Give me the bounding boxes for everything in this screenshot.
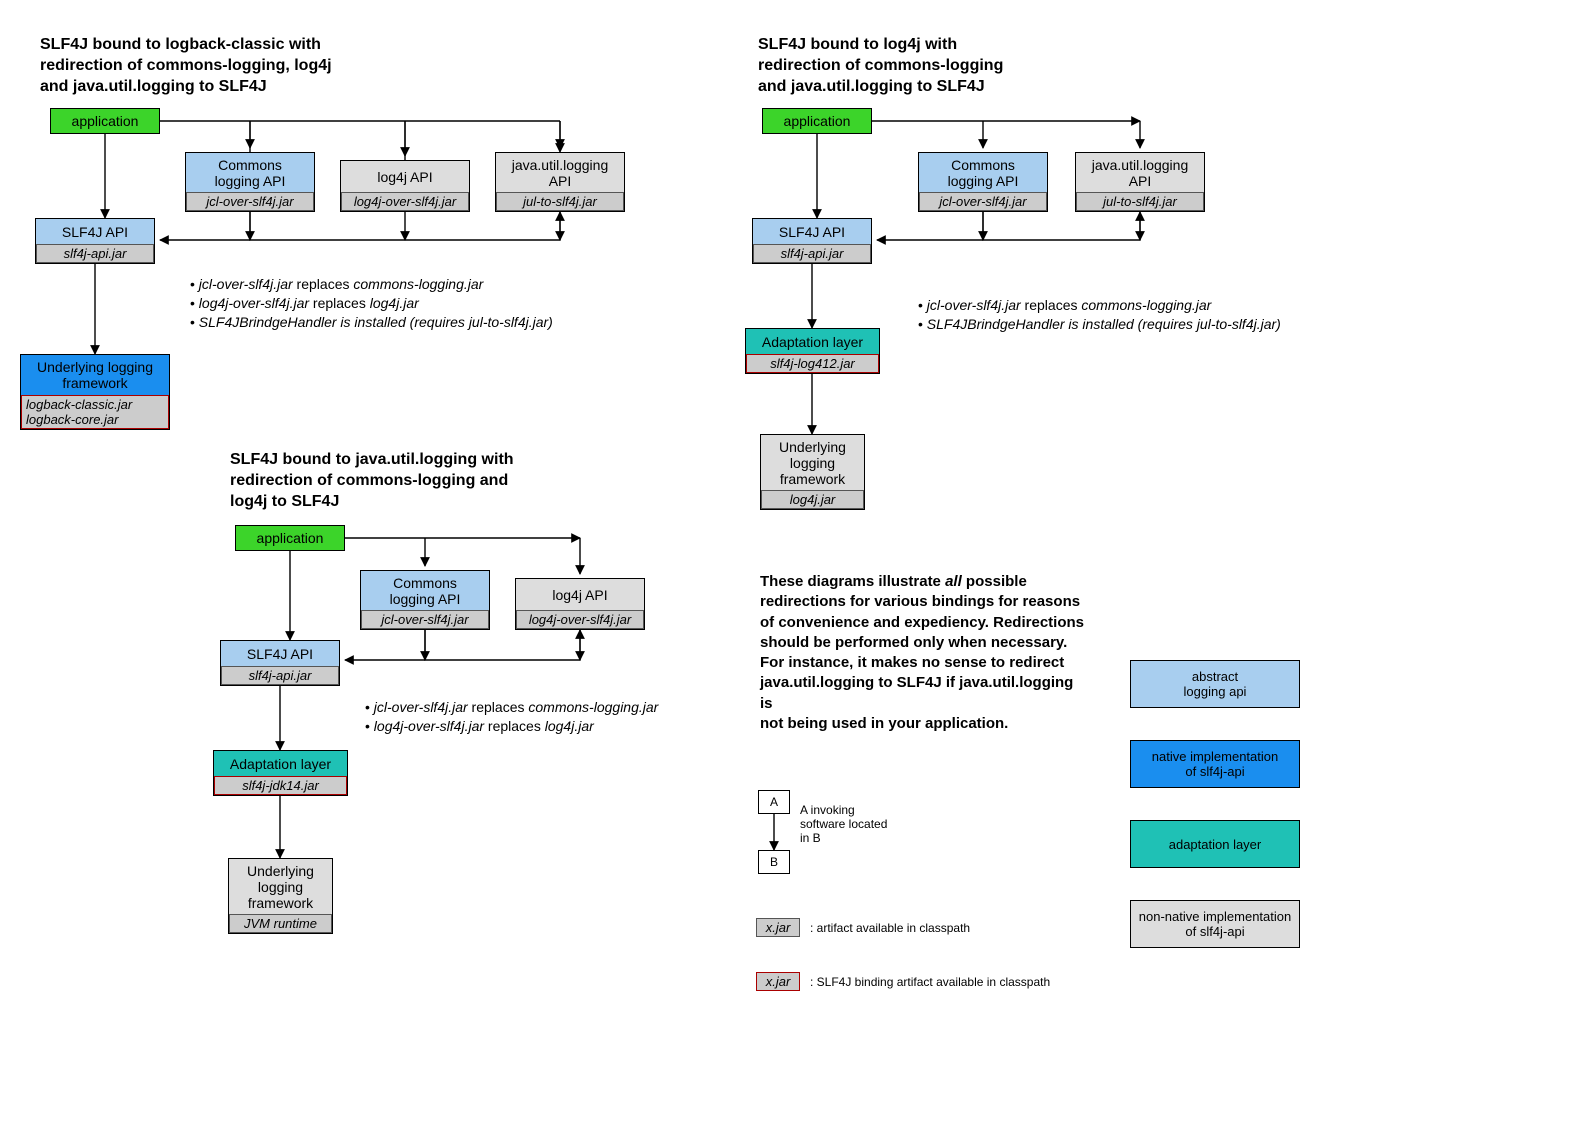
legend-xjar-text: : artifact available in classpath <box>810 921 970 935</box>
legend-nonnative: non-native implementation of slf4j-api <box>1130 900 1300 948</box>
legend-xjar2-text: : SLF4J binding artifact available in cl… <box>810 975 1050 989</box>
d3-slf4j: SLF4J API slf4j-api.jar <box>752 218 872 264</box>
d3-jul: java.util.logging API jul-to-slf4j.jar <box>1075 152 1205 212</box>
d2-adapt-label: Adaptation layer <box>214 751 347 776</box>
d2-title: SLF4J bound to java.util.logging with re… <box>230 450 514 512</box>
d3-jul-jar: jul-to-slf4j.jar <box>1076 192 1204 211</box>
d1-slf4j-label: SLF4J API <box>36 219 154 244</box>
d1-slf4j-jar: slf4j-api.jar <box>36 244 154 263</box>
d1-commons-jar: jcl-over-slf4j.jar <box>186 192 314 211</box>
d3-slf4j-label: SLF4J API <box>753 219 871 244</box>
d1-jul: java.util.logging API jul-to-slf4j.jar <box>495 152 625 212</box>
legend-native: native implementation of slf4j-api <box>1130 740 1300 788</box>
legend-a: A <box>758 790 790 814</box>
d3-slf4j-jar: slf4j-api.jar <box>753 244 871 263</box>
d1-jul-label: java.util.logging API <box>496 153 624 192</box>
d1-underlying: Underlying logging framework logback-cla… <box>20 354 170 430</box>
d3-jul-label: java.util.logging API <box>1076 153 1204 192</box>
d2-commons-jar: jcl-over-slf4j.jar <box>361 610 489 629</box>
d2-commons-label: Commons logging API <box>361 571 489 610</box>
d1-commons-label: Commons logging API <box>186 153 314 192</box>
legend-xjar: x.jar <box>756 918 800 937</box>
d2-underlying: Underlying logging framework JVM runtime <box>228 858 333 934</box>
legend-xjar2: x.jar <box>756 972 800 991</box>
d1-log4j: log4j API log4j-over-slf4j.jar <box>340 160 470 212</box>
d2-adapt: Adaptation layer slf4j-jdk14.jar <box>213 750 348 796</box>
d2-log4j-label: log4j API <box>516 579 644 610</box>
d2-underlying-label: Underlying logging framework <box>229 859 332 914</box>
legend-ab-text: A invoking software located in B <box>800 803 887 845</box>
summary: These diagrams illustrate all possible r… <box>760 572 1090 734</box>
d3-underlying-jar: log4j.jar <box>761 490 864 509</box>
d1-jul-jar: jul-to-slf4j.jar <box>496 192 624 211</box>
legend-adaptation: adaptation layer <box>1130 820 1300 868</box>
d1-notes: • jcl-over-slf4j.jar replaces commons-lo… <box>190 275 553 332</box>
d2-slf4j: SLF4J API slf4j-api.jar <box>220 640 340 686</box>
d3-underlying: Underlying logging framework log4j.jar <box>760 434 865 510</box>
d1-slf4j: SLF4J API slf4j-api.jar <box>35 218 155 264</box>
d2-log4j-jar: log4j-over-slf4j.jar <box>516 610 644 629</box>
d2-slf4j-jar: slf4j-api.jar <box>221 666 339 685</box>
d2-log4j: log4j API log4j-over-slf4j.jar <box>515 578 645 630</box>
d3-commons: Commons logging API jcl-over-slf4j.jar <box>918 152 1048 212</box>
d1-commons: Commons logging API jcl-over-slf4j.jar <box>185 152 315 212</box>
d3-application: application <box>762 108 872 134</box>
d2-application: application <box>235 525 345 551</box>
d3-notes: • jcl-over-slf4j.jar replaces commons-lo… <box>918 296 1281 334</box>
d1-title: SLF4J bound to logback-classic with redi… <box>40 35 332 97</box>
d1-underlying-label: Underlying logging framework <box>21 355 169 395</box>
d3-commons-label: Commons logging API <box>919 153 1047 192</box>
d2-underlying-jar: JVM runtime <box>229 914 332 933</box>
d3-title: SLF4J bound to log4j with redirection of… <box>758 35 1003 97</box>
legend-abstract: abstract logging api <box>1130 660 1300 708</box>
d2-commons: Commons logging API jcl-over-slf4j.jar <box>360 570 490 630</box>
d2-slf4j-label: SLF4J API <box>221 641 339 666</box>
d1-application: application <box>50 108 160 134</box>
d2-notes: • jcl-over-slf4j.jar replaces commons-lo… <box>365 698 658 736</box>
d3-underlying-label: Underlying logging framework <box>761 435 864 490</box>
d2-adapt-jar: slf4j-jdk14.jar <box>214 776 347 795</box>
d1-log4j-jar: log4j-over-slf4j.jar <box>341 192 469 211</box>
d3-adapt-label: Adaptation layer <box>746 329 879 354</box>
d3-commons-jar: jcl-over-slf4j.jar <box>919 192 1047 211</box>
d1-underlying-jar: logback-classic.jar logback-core.jar <box>21 395 169 429</box>
d3-adapt-jar: slf4j-log412.jar <box>746 354 879 373</box>
d1-log4j-label: log4j API <box>341 161 469 192</box>
d3-adapt: Adaptation layer slf4j-log412.jar <box>745 328 880 374</box>
legend-b: B <box>758 850 790 874</box>
